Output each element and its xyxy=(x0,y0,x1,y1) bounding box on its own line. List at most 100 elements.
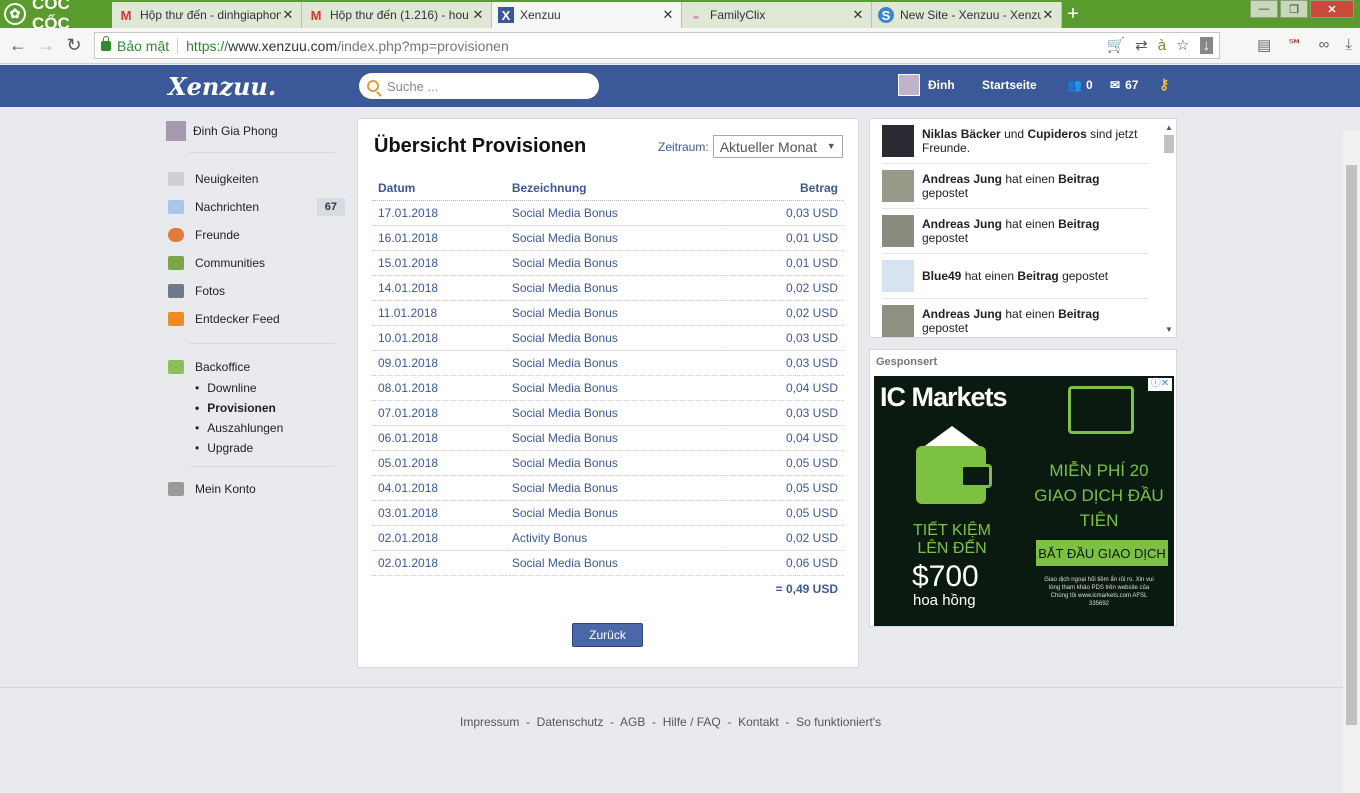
tab-gmail-2[interactable]: M Hộp thư đến (1.216) - hou ✕ xyxy=(302,2,492,28)
sidebar-item-neuigkeiten[interactable]: Neuigkeiten xyxy=(165,165,345,193)
sub-item-upgrade[interactable]: Upgrade xyxy=(195,438,345,458)
downloads-icon[interactable]: ⤓ xyxy=(1345,36,1352,54)
search-input[interactable] xyxy=(387,78,587,94)
feed-item[interactable]: Andreas Jung hat einen Beitrag gepostet xyxy=(882,164,1148,209)
extension-icons: ▤ ℠ ∞ ⤓ xyxy=(1257,36,1352,54)
search-box[interactable] xyxy=(359,73,599,99)
reload-icon[interactable]: ↻ xyxy=(60,35,88,56)
sidebar-item-communities[interactable]: Communities xyxy=(165,249,345,277)
extension-icon[interactable]: ∞ xyxy=(1319,36,1330,54)
translate-icon[interactable]: ⇄ xyxy=(1135,36,1148,54)
sub-item-downline[interactable]: Downline xyxy=(195,378,345,398)
maximize-button[interactable]: ❐ xyxy=(1280,0,1308,18)
close-icon[interactable]: ✕ xyxy=(851,7,865,23)
feed-name[interactable]: Andreas Jung xyxy=(922,217,1002,231)
feed-name[interactable]: Andreas Jung xyxy=(922,172,1002,186)
amount-cell: 0,05 USD xyxy=(725,500,844,526)
ic-markets-ad[interactable]: IC Markets ⓘ✕ TIẾT KIỆM LÊN ĐẾN $700 hoa… xyxy=(874,376,1174,626)
zeitraum-select[interactable]: Aktueller Monat xyxy=(712,135,843,158)
ad-cta-button[interactable]: BẮT ĐẦU GIAO DỊCH xyxy=(1036,540,1168,566)
scroll-thumb[interactable] xyxy=(1164,135,1174,153)
feed-thumbnail xyxy=(882,215,914,247)
feed-thumbnail xyxy=(882,170,914,202)
table-row: 06.01.2018 Social Media Bonus 0,04 USD xyxy=(372,425,844,451)
close-icon[interactable]: ✕ xyxy=(471,7,485,23)
total-amount: = 0,49 USD xyxy=(775,581,838,596)
sidebar-item-label: Fotos xyxy=(195,284,226,298)
feed-object[interactable]: Beitrag xyxy=(1058,307,1099,321)
site-logo[interactable]: Xenzuu. xyxy=(168,72,276,101)
feed-item[interactable]: Andreas Jung hat einen Beitrag gepostet xyxy=(882,299,1148,337)
coccoc-menu-button[interactable]: ✿ CỐC CỐC xyxy=(0,0,112,33)
date-cell: 07.01.2018 xyxy=(372,400,506,426)
sidebar-item-entdecker-feed[interactable]: Entdecker Feed xyxy=(165,305,345,333)
forward-arrow-icon[interactable]: → xyxy=(32,35,60,56)
scroll-thumb[interactable] xyxy=(1346,165,1357,725)
feed-object[interactable]: Beitrag xyxy=(1058,217,1099,231)
download-icon[interactable]: ↓ xyxy=(1199,36,1213,54)
key-icon[interactable]: ⚷ xyxy=(1159,76,1169,93)
window-close-button[interactable]: ✕ xyxy=(1310,0,1354,18)
close-icon[interactable]: ✕ xyxy=(281,7,295,23)
url-path: /index.php?mp=provisionen xyxy=(337,37,509,54)
sidebar-item-mein-konto[interactable]: Mein Konto xyxy=(165,479,345,499)
feed-object[interactable]: Beitrag xyxy=(1058,172,1099,186)
scroll-down-icon[interactable]: ▼ xyxy=(1164,325,1174,335)
person-icon xyxy=(168,228,184,242)
extension-icon[interactable]: ▤ xyxy=(1257,36,1271,54)
new-tab-button[interactable]: + xyxy=(1062,2,1084,28)
se-extension-icon[interactable]: ℠ xyxy=(1287,36,1302,54)
ad-text-savings: TIẾT KIỆM LÊN ĐẾN xyxy=(913,522,991,557)
sidebar-item-nachrichten[interactable]: Nachrichten 67 xyxy=(165,193,345,221)
address-bar[interactable]: Bảo mật https://www.xenzuu.com/index.php… xyxy=(94,32,1220,59)
feed-text: Andreas Jung hat einen Beitrag gepostet xyxy=(922,172,1148,200)
close-icon[interactable]: ✕ xyxy=(1041,7,1055,23)
feed-object[interactable]: Beitrag xyxy=(1017,269,1058,283)
table-row: 09.01.2018 Social Media Bonus 0,03 USD xyxy=(372,350,844,376)
sidebar-profile[interactable]: Đinh Gia Phong xyxy=(166,120,345,142)
feed-connector: hat einen xyxy=(1002,307,1059,321)
feed-item[interactable]: Andreas Jung hat einen Beitrag gepostet xyxy=(882,209,1148,254)
user-link[interactable]: Đinh xyxy=(898,74,955,96)
tab-xenzuu[interactable]: X Xenzuu ✕ xyxy=(492,2,682,28)
amount-cell: 0,02 USD xyxy=(725,275,844,301)
tab-title: New Site - Xenzuu - Xenzuu xyxy=(900,8,1041,22)
back-button[interactable]: Zurück xyxy=(572,623,643,647)
sidebar-item-fotos[interactable]: Fotos xyxy=(165,277,345,305)
sub-item-auszahlungen[interactable]: Auszahlungen xyxy=(195,418,345,438)
tab-familyclix[interactable]: ◒ FamilyClix ✕ xyxy=(682,2,872,28)
star-icon[interactable]: ☆ xyxy=(1176,36,1189,54)
close-icon[interactable]: ✕ xyxy=(661,7,675,23)
font-icon[interactable]: à xyxy=(1158,37,1166,54)
sub-item-provisionen[interactable]: Provisionen xyxy=(195,398,345,418)
feed-name[interactable]: Blue49 xyxy=(922,269,961,283)
friend-requests-button[interactable]: 👥 0 xyxy=(1067,78,1093,92)
tab-gmail-1[interactable]: M Hộp thư đến - dinhgiaphong ✕ xyxy=(112,2,302,28)
scroll-up-icon[interactable]: ▲ xyxy=(1164,123,1174,133)
feed-scrollbar[interactable]: ▲ ▼ xyxy=(1164,123,1174,335)
messages-button[interactable]: ✉ 67 xyxy=(1110,78,1138,92)
footer-links[interactable]: Impressum - Datenschutz - AGB - Hilfe / … xyxy=(460,715,881,729)
amount-cell: 0,04 USD xyxy=(725,425,844,451)
rss-icon xyxy=(168,312,184,326)
description-cell: Social Media Bonus xyxy=(505,200,726,226)
search-icon xyxy=(367,80,379,92)
sidebar-item-freunde[interactable]: Freunde xyxy=(165,221,345,249)
back-arrow-icon[interactable]: ← xyxy=(4,35,32,56)
feed-name[interactable]: Andreas Jung xyxy=(922,307,1002,321)
minimize-button[interactable]: — xyxy=(1250,0,1278,18)
feed-connector: und xyxy=(1000,127,1028,141)
tab-title: Hộp thư đến (1.216) - hou xyxy=(330,8,469,22)
coccoc-logo-icon: ✿ xyxy=(4,3,26,25)
feed-object[interactable]: Cupideros xyxy=(1027,127,1086,141)
sidebar-item-backoffice[interactable]: Backoffice xyxy=(165,356,345,378)
ad-info-close-icon[interactable]: ⓘ✕ xyxy=(1148,378,1172,391)
feed-item[interactable]: Blue49 hat einen Beitrag gepostet xyxy=(882,254,1148,299)
page-scrollbar[interactable] xyxy=(1343,130,1360,793)
tab-new-site[interactable]: S New Site - Xenzuu - Xenzuu ✕ xyxy=(872,2,1062,28)
shopping-cart-icon[interactable]: 🛒 xyxy=(1106,36,1125,54)
feed-item[interactable]: Niklas Bäcker und Cupideros sind jetzt F… xyxy=(882,119,1148,164)
feed-name[interactable]: Niklas Bäcker xyxy=(922,127,1001,141)
feed-rest: gepostet xyxy=(922,321,969,335)
startseite-link[interactable]: Startseite xyxy=(982,78,1037,92)
